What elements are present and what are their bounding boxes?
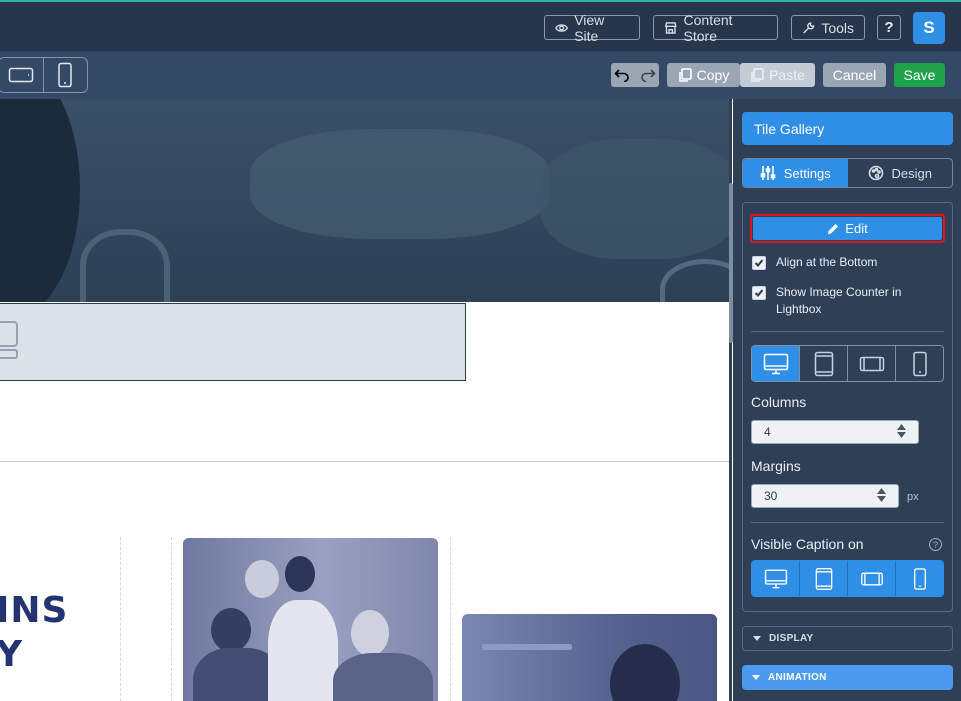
gallery-photo-man[interactable] [462, 614, 717, 701]
stepper-up-icon[interactable] [897, 424, 906, 430]
gallery-placeholder-block[interactable] [0, 303, 466, 381]
section-divider [0, 461, 730, 462]
visible-caption-label: Visible Caption on [751, 536, 864, 552]
caption-mobile-button[interactable] [895, 561, 943, 596]
panel-title: Tile Gallery [742, 112, 953, 145]
content-store-button[interactable]: Content Store [653, 12, 778, 44]
content-store-label: Content Store [683, 11, 733, 44]
align-bottom-checkbox[interactable] [752, 256, 766, 270]
store-icon [664, 21, 677, 34]
desktop-icon [763, 353, 788, 374]
copy-button[interactable]: Copy [667, 63, 740, 87]
device-preview-group [0, 57, 88, 93]
redo-button[interactable] [638, 63, 660, 87]
align-bottom-option: Align at the Bottom [752, 254, 877, 271]
wrench-icon [803, 21, 815, 33]
columns-label: Columns [751, 394, 807, 410]
view-site-label: View Site [574, 11, 605, 44]
gallery-photo-team[interactable] [183, 538, 438, 701]
device-mobile-button[interactable] [895, 346, 943, 381]
editor-toolbar: Copy Paste Cancel Save [0, 51, 961, 99]
caption-desktop-button[interactable] [752, 561, 799, 596]
display-accordion-label: DISPLAY [769, 633, 814, 644]
margins-value: 30 [764, 489, 778, 503]
mobile-preview-button[interactable] [42, 58, 87, 92]
animation-accordion-label: ANIMATION [768, 672, 827, 683]
caption-tablet-button[interactable] [799, 561, 847, 596]
tablet-landscape-icon [8, 67, 34, 83]
help-button[interactable]: ? [877, 15, 901, 40]
tablet-icon [814, 351, 833, 376]
panel-tabs: Settings Design [742, 158, 953, 188]
stepper-down-icon[interactable] [877, 496, 886, 502]
tablet-icon [815, 567, 832, 590]
mobile-icon [913, 567, 926, 590]
caret-down-icon [753, 636, 761, 641]
device-tablet-button[interactable] [799, 346, 847, 381]
properties-panel: Tile Gallery Settings Design Edit Align … [733, 99, 961, 701]
caption-tablet-landscape-button[interactable] [847, 561, 895, 596]
redo-icon [641, 69, 656, 82]
columns-stepper[interactable]: 4 [751, 420, 919, 444]
tab-settings[interactable]: Settings [743, 159, 848, 187]
checkmark-icon [754, 289, 764, 297]
show-counter-option: Show Image Counter in Lightbox [752, 284, 922, 318]
undo-button[interactable] [611, 63, 633, 87]
palette-icon [868, 165, 883, 181]
top-bar: View Site Content Store Tools ? S [0, 0, 961, 51]
pencil-icon [828, 223, 839, 234]
section-heading-line1: INS [0, 590, 69, 631]
caret-down-icon [752, 675, 760, 680]
display-accordion[interactable]: DISPLAY [742, 626, 953, 651]
copy-icon [678, 68, 692, 82]
tools-label: Tools [821, 19, 854, 36]
help-icon[interactable]: ? [929, 538, 942, 551]
mobile-icon [912, 351, 927, 376]
page-canvas: INS Y [0, 99, 730, 701]
desktop-icon [764, 569, 787, 588]
cancel-button[interactable]: Cancel [823, 63, 886, 87]
device-tablet-landscape-button[interactable] [847, 346, 895, 381]
undo-redo-group [611, 63, 659, 87]
edit-gallery-button[interactable]: Edit [750, 214, 945, 243]
paste-label: Paste [769, 67, 805, 83]
paste-icon [751, 68, 764, 82]
hero-image [0, 99, 730, 302]
stepper-down-icon[interactable] [897, 432, 906, 438]
tablet-landscape-icon [859, 356, 884, 371]
tablet-landscape-icon [860, 572, 883, 585]
show-counter-label: Show Image Counter in Lightbox [776, 285, 902, 316]
section-heading-line2: Y [0, 634, 24, 675]
animation-accordion[interactable]: ANIMATION [742, 665, 953, 690]
mobile-icon [58, 62, 73, 88]
columns-device-selector [751, 345, 944, 382]
stepper-up-icon[interactable] [877, 488, 886, 494]
tools-button[interactable]: Tools [791, 15, 865, 40]
tab-design-label: Design [891, 165, 932, 181]
device-placeholder-icon [0, 321, 18, 359]
device-desktop-button[interactable] [752, 346, 799, 381]
view-site-button[interactable]: View Site [544, 12, 640, 44]
caption-device-selector [751, 560, 944, 597]
checkmark-icon [754, 259, 764, 267]
margins-unit: px [907, 491, 919, 503]
margins-label: Margins [751, 458, 801, 474]
align-bottom-label: Align at the Bottom [776, 255, 878, 269]
sliders-icon [760, 166, 776, 180]
margins-stepper[interactable]: 30 [751, 484, 899, 508]
undo-icon [614, 69, 629, 82]
section-heading: INS Y [0, 589, 68, 677]
user-avatar[interactable]: S [913, 12, 945, 44]
settings-section: Edit Align at the Bottom Show Image Coun… [742, 202, 953, 612]
save-button[interactable]: Save [894, 63, 945, 87]
tab-settings-label: Settings [783, 165, 831, 181]
tablet-landscape-preview-button[interactable] [0, 58, 43, 92]
tab-design[interactable]: Design [848, 159, 953, 187]
copy-label: Copy [696, 67, 730, 83]
paste-button[interactable]: Paste [740, 63, 815, 87]
eye-icon [555, 23, 569, 32]
columns-value: 4 [764, 425, 771, 439]
edit-label: Edit [845, 221, 868, 236]
show-counter-checkbox[interactable] [752, 286, 766, 300]
